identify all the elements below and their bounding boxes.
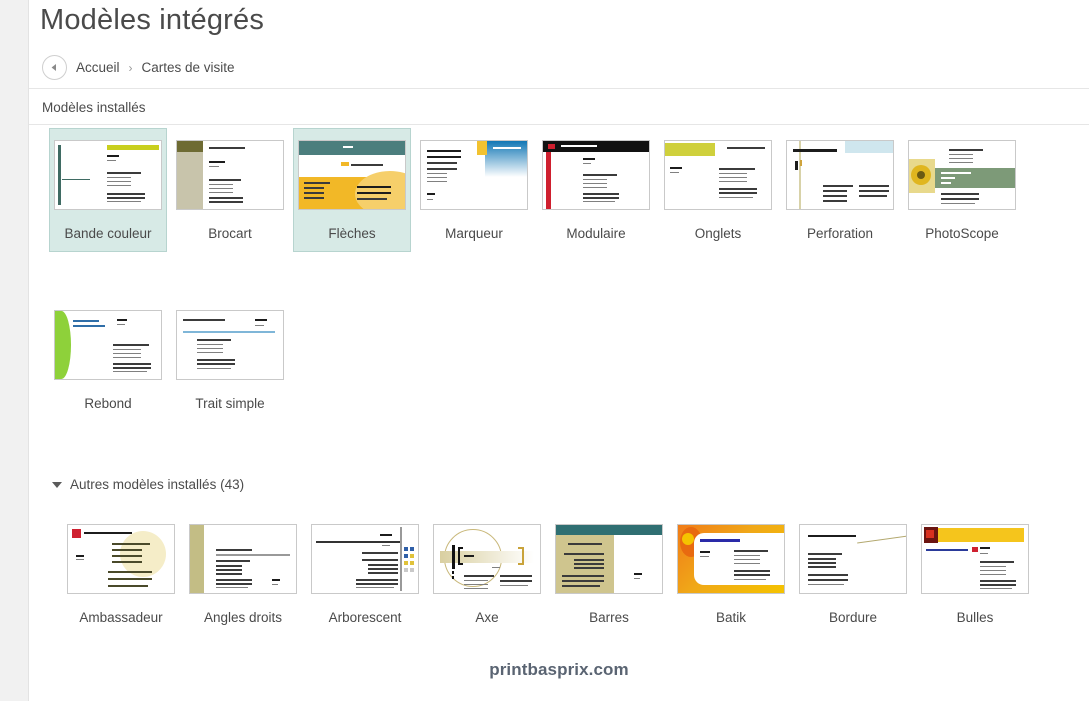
template-thumbnail-barres [555,524,663,594]
template-label: Barres [589,610,629,625]
template-tile-trait-simple[interactable]: Trait simple [171,298,289,421]
template-label: Trait simple [195,396,265,411]
back-arrow-icon[interactable] [42,55,67,80]
template-thumbnail-arborescent [311,524,419,594]
templates-page: Modèles intégrés Accueil › Cartes de vis… [29,0,1089,701]
watermark: printbasprix.com [489,660,629,679]
template-label: Ambassadeur [79,610,163,625]
template-thumbnail-photoscope [908,140,1016,210]
template-label: Arborescent [328,610,402,625]
template-tile-onglets[interactable]: Onglets [659,128,777,251]
template-tile-photoscope[interactable]: PhotoScope [903,128,1021,251]
template-tile-fleches[interactable]: Flèches [293,128,411,252]
template-tile-arborescent[interactable]: Arborescent [306,512,424,635]
template-tile-rebond[interactable]: Rebond [49,298,167,421]
template-tile-ambassadeur[interactable]: Ambassadeur [62,512,180,635]
breadcrumb-item-accueil[interactable]: Accueil [76,60,120,75]
template-tile-bande-couleur[interactable]: Bande couleur [49,128,167,252]
template-tile-barres[interactable]: Barres [550,512,668,635]
template-thumbnail-onglets [664,140,772,210]
breadcrumb-separator: › [128,60,133,75]
template-label: Axe [475,610,499,625]
template-tile-modulaire[interactable]: Modulaire [537,128,655,251]
template-thumbnail-rebond [54,310,162,380]
template-thumbnail-marqueur [420,140,528,210]
template-thumbnail-trait-simple [176,310,284,380]
template-thumbnail-modulaire [542,140,650,210]
left-gutter [0,0,28,701]
breadcrumb-item-cartes-de-visite[interactable]: Cartes de visite [142,60,235,75]
section-title-autres-modeles: Autres modèles installés (43) [70,477,245,492]
template-tile-brocart[interactable]: Brocart [171,128,289,251]
template-label: Onglets [694,226,742,241]
template-label: Brocart [208,226,252,241]
template-thumbnail-ambassadeur [67,524,175,594]
page-title: Modèles intégrés [40,4,265,36]
template-tile-marqueur[interactable]: Marqueur [415,128,533,251]
template-label: Angles droits [203,610,283,625]
template-tile-perforation[interactable]: Perforation [781,128,899,251]
template-thumbnail-fleches [298,140,406,210]
template-thumbnail-bande-couleur [54,140,162,210]
divider-top [29,88,1089,89]
template-thumbnail-perforation [786,140,894,210]
section-title-installed: Modèles installés [42,100,146,115]
breadcrumb: Accueil › Cartes de visite [42,55,235,80]
divider-below-section-title [29,124,1089,125]
template-tile-angles-droits[interactable]: Angles droits [184,512,302,635]
triangle-down-icon [52,481,62,488]
template-label: Bande couleur [64,226,152,241]
template-tile-batik[interactable]: Batik [672,512,790,635]
template-label: Rebond [84,396,132,411]
template-thumbnail-axe [433,524,541,594]
template-tile-axe[interactable]: Axe [428,512,546,635]
template-label: Batik [715,610,746,625]
template-thumbnail-angles-droits [189,524,297,594]
template-label: Bulles [956,610,994,625]
template-tile-bulles[interactable]: Bulles [916,512,1034,635]
template-label: Perforation [806,226,874,241]
template-label: Bordure [828,610,878,625]
template-tile-bordure[interactable]: Bordure [794,512,912,635]
template-label: PhotoScope [925,226,999,241]
template-thumbnail-brocart [176,140,284,210]
template-label: Modulaire [566,226,626,241]
template-thumbnail-batik [677,524,785,594]
template-label: Marqueur [445,226,503,241]
template-label: Flèches [328,226,376,241]
section-toggle-autres-modeles[interactable]: Autres modèles installés (43) [52,477,244,492]
template-thumbnail-bordure [799,524,907,594]
template-thumbnail-bulles [921,524,1029,594]
